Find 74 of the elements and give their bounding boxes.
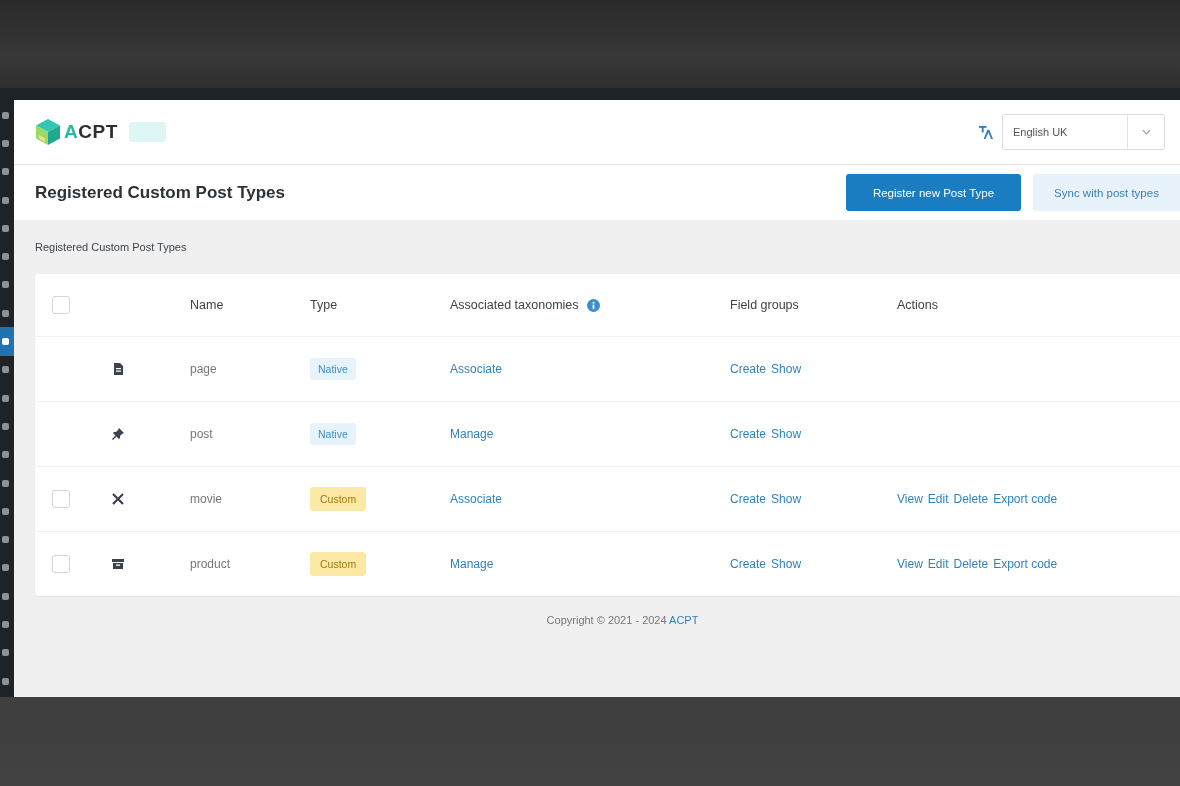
column-header: Actions	[897, 298, 938, 312]
sync-button[interactable]: Sync with post types	[1033, 174, 1180, 211]
pin-icon	[112, 428, 124, 440]
version-badge	[128, 122, 166, 142]
action-link[interactable]: Delete	[953, 492, 989, 506]
copyright-text: Copyright © 2021 - 2024 ACPT	[545, 614, 700, 626]
menu-item-icon	[2, 196, 9, 204]
menu-item-icon	[2, 677, 9, 685]
footer-link[interactable]: ACPT	[669, 614, 699, 626]
translate-icon	[978, 124, 993, 140]
menu-item-icon	[2, 564, 9, 572]
field-group-link[interactable]: Show	[771, 427, 802, 441]
field-group-link[interactable]: Create	[730, 557, 767, 571]
post-type-name: page	[190, 362, 217, 376]
checkbox[interactable]	[52, 555, 70, 573]
action-link[interactable]: View	[897, 557, 923, 571]
menu-item-icon	[2, 422, 9, 430]
action-link[interactable]: Export code	[993, 492, 1058, 506]
menu-item-icon	[2, 394, 9, 402]
language-select[interactable]: English UK	[1002, 114, 1165, 150]
menu-item-icon	[2, 366, 9, 374]
menu-item-icon	[2, 309, 9, 317]
action-link[interactable]: View	[897, 492, 923, 506]
checkbox[interactable]	[52, 296, 70, 314]
field-group-link[interactable]: Show	[771, 557, 802, 571]
breadcrumb: Registered Custom Post Types	[35, 240, 188, 254]
menu-item-icon	[2, 479, 9, 487]
action-link[interactable]: Edit	[927, 557, 949, 571]
column-header: Type	[310, 298, 338, 312]
archive-box-icon	[112, 558, 124, 570]
post-type-name: product	[190, 557, 231, 571]
cube-logo-icon	[35, 118, 61, 146]
action-link[interactable]: Delete	[953, 557, 989, 571]
register-button[interactable]: Register new Post Type	[846, 174, 1021, 211]
menu-item-icon	[2, 338, 9, 345]
document-icon	[112, 363, 124, 375]
type-badge: Native	[310, 358, 356, 380]
column-header: Name	[190, 298, 224, 312]
action-link[interactable]: Edit	[927, 492, 949, 506]
field-group-link[interactable]: Show	[771, 362, 802, 376]
type-badge: Native	[310, 423, 356, 445]
menu-item-icon	[2, 536, 9, 544]
post-type-name: post	[190, 427, 213, 441]
menu-item-icon	[2, 507, 9, 515]
field-group-link[interactable]: Create	[730, 427, 767, 441]
type-badge: Custom	[310, 552, 367, 576]
action-link[interactable]: Export code	[993, 557, 1058, 571]
menu-item-icon	[2, 168, 9, 176]
menu-item-icon	[2, 451, 9, 459]
field-group-link[interactable]: Show	[771, 492, 802, 506]
chevron-down-icon	[1141, 129, 1151, 135]
column-header: Field groups	[730, 298, 799, 312]
taxonomies-link[interactable]: Associate	[450, 492, 503, 506]
taxonomies-link[interactable]: Associate	[450, 362, 503, 376]
field-group-link[interactable]: Create	[730, 492, 767, 506]
taxonomies-link[interactable]: Manage	[450, 557, 494, 571]
type-badge: Custom	[310, 487, 367, 511]
menu-item-icon	[2, 281, 9, 289]
logo-text: ACPT	[64, 121, 118, 143]
menu-item-icon	[2, 224, 9, 232]
checkbox[interactable]	[52, 490, 70, 508]
menu-item-icon	[2, 592, 9, 600]
menu-item-icon	[2, 621, 9, 628]
menu-item-icon	[2, 139, 9, 147]
taxonomies-link[interactable]: Manage	[450, 427, 494, 441]
post-type-name: movie	[190, 492, 222, 506]
field-group-link[interactable]: Create	[730, 362, 767, 376]
sidebar-item[interactable]	[0, 327, 14, 356]
page-title: Registered Custom Post Types	[35, 182, 286, 203]
menu-item-icon	[2, 649, 9, 657]
menu-item-icon	[2, 111, 9, 119]
column-header: Associated taxonomies	[450, 298, 579, 312]
x-mark-icon	[112, 493, 124, 505]
menu-item-icon	[2, 253, 9, 261]
